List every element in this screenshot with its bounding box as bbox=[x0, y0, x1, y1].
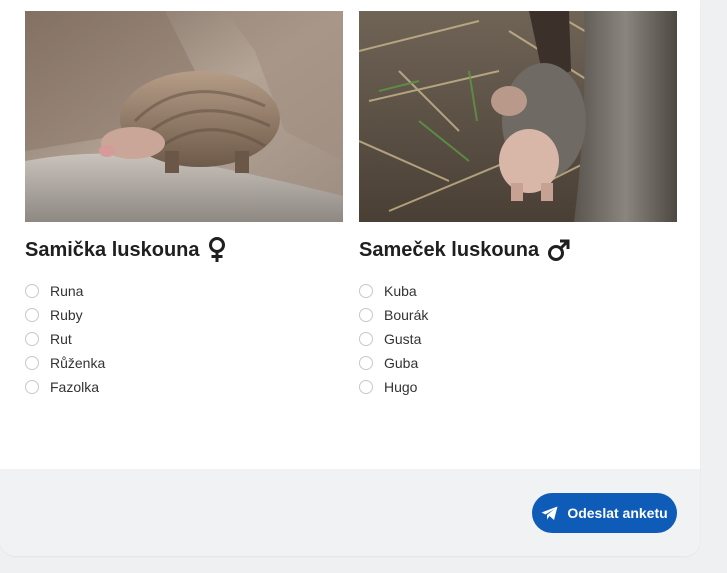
radio-button[interactable] bbox=[359, 380, 373, 394]
male-option-kuba[interactable]: Kuba bbox=[359, 279, 677, 303]
male-option-guba[interactable]: Guba bbox=[359, 351, 677, 375]
male-option-hugo[interactable]: Hugo bbox=[359, 375, 677, 399]
male-options: Kuba Bourák Gusta Guba Hugo bbox=[359, 279, 677, 399]
male-symbol-icon bbox=[547, 238, 571, 262]
female-heading: Samička luskouna bbox=[25, 237, 343, 263]
option-label: Fazolka bbox=[50, 379, 100, 395]
female-options: Runa Ruby Rut Růženka Fazolka bbox=[25, 279, 343, 399]
radio-button[interactable] bbox=[25, 380, 39, 394]
radio-button[interactable] bbox=[359, 356, 373, 370]
male-heading: Sameček luskouna bbox=[359, 237, 677, 263]
radio-button[interactable] bbox=[25, 284, 39, 298]
female-option-fazolka[interactable]: Fazolka bbox=[25, 375, 343, 399]
pangolin-male-photo bbox=[359, 11, 677, 222]
radio-button[interactable] bbox=[25, 308, 39, 322]
pangolin-female-photo bbox=[25, 11, 343, 222]
radio-button[interactable] bbox=[25, 356, 39, 370]
female-option-ruzenka[interactable]: Růženka bbox=[25, 351, 343, 375]
female-title: Samička luskouna bbox=[25, 238, 200, 261]
option-label: Ruby bbox=[50, 307, 83, 323]
option-label: Guba bbox=[384, 355, 419, 371]
female-column: Samička luskouna Runa Ruby Rut Růženka F… bbox=[25, 11, 343, 399]
female-option-ruby[interactable]: Ruby bbox=[25, 303, 343, 327]
male-option-gusta[interactable]: Gusta bbox=[359, 327, 677, 351]
option-label: Růženka bbox=[50, 355, 106, 371]
radio-button[interactable] bbox=[359, 284, 373, 298]
female-option-runa[interactable]: Runa bbox=[25, 279, 343, 303]
radio-button[interactable] bbox=[359, 308, 373, 322]
male-column: Sameček luskouna Kuba Bourák Gusta Guba … bbox=[359, 11, 677, 399]
option-label: Hugo bbox=[384, 379, 418, 395]
option-label: Gusta bbox=[384, 331, 422, 347]
submit-label: Odeslat anketu bbox=[567, 505, 668, 521]
option-label: Runa bbox=[50, 283, 84, 299]
option-label: Kuba bbox=[384, 283, 417, 299]
radio-button[interactable] bbox=[359, 332, 373, 346]
radio-button[interactable] bbox=[25, 332, 39, 346]
option-label: Rut bbox=[50, 331, 72, 347]
female-symbol-icon bbox=[208, 237, 226, 263]
female-option-rut[interactable]: Rut bbox=[25, 327, 343, 351]
male-title: Sameček luskouna bbox=[359, 238, 540, 261]
poll-card: Samička luskouna Runa Ruby Rut Růženka F… bbox=[0, 0, 700, 556]
male-option-bourak[interactable]: Bourák bbox=[359, 303, 677, 327]
submit-poll-button[interactable]: Odeslat anketu bbox=[532, 493, 677, 533]
option-label: Bourák bbox=[384, 307, 429, 323]
paper-plane-icon bbox=[541, 506, 558, 521]
